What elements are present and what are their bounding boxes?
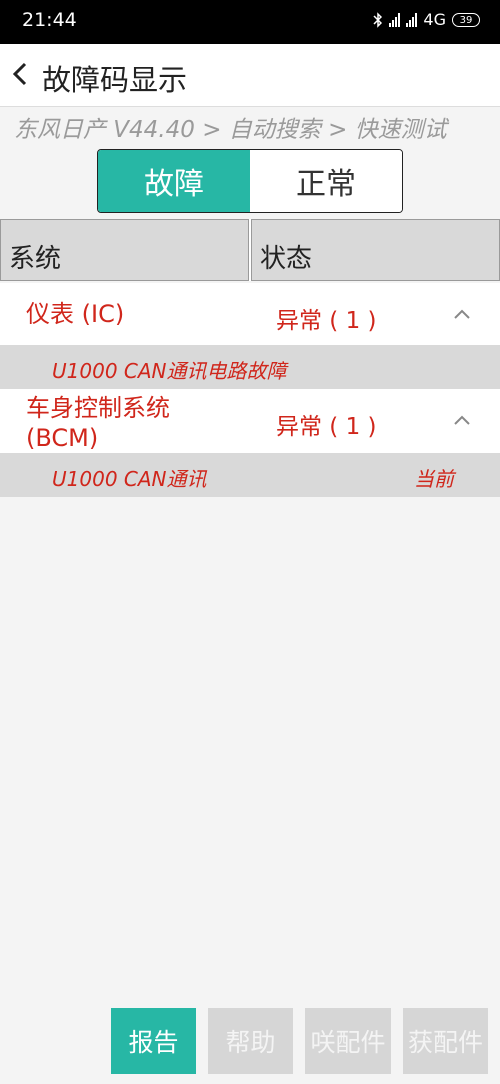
parts-button-2[interactable]: 获配件 <box>403 1008 488 1074</box>
table-header: 系统 状态 <box>0 219 500 281</box>
signal-icon <box>389 12 401 27</box>
bottom-toolbar: 报告 帮助 咲配件 获配件 <box>0 1004 500 1084</box>
system-status: 异常 ( 1 ) <box>276 308 377 334</box>
help-button[interactable]: 帮助 <box>208 1008 293 1074</box>
system-name-line2: (BCM) <box>26 424 99 452</box>
fault-state: 当前 <box>414 467 454 491</box>
report-button[interactable]: 报告 <box>111 1008 196 1074</box>
app-bar: 故障码显示 <box>0 44 500 107</box>
fault-code-row: U1000 CAN通讯 当前 <box>0 453 500 497</box>
parts-button-1[interactable]: 咲配件 <box>305 1008 391 1074</box>
network-type: 4G <box>423 10 446 29</box>
status-icons: 4G 39 <box>373 10 480 29</box>
page-title: 故障码显示 <box>42 63 188 97</box>
system-row-ic[interactable]: 仪表 (IC) 异常 ( 1 ) <box>0 283 500 345</box>
fault-code: U1000 CAN通讯电路故障 <box>52 359 287 383</box>
status-bar: 21:44 4G 39 <box>0 0 500 44</box>
chevron-up-icon[interactable] <box>452 307 472 321</box>
fault-normal-toggle: 故障 正常 <box>97 149 403 213</box>
status-time: 21:44 <box>22 9 77 31</box>
back-chevron-icon[interactable] <box>6 56 36 92</box>
system-name: 仪表 (IC) <box>26 300 125 328</box>
signal-hd-icon <box>406 12 418 27</box>
breadcrumb: 东风日产 V44.40 > 自动搜索 > 快速测试 <box>14 117 447 143</box>
fault-code: U1000 CAN通讯 <box>52 467 207 491</box>
bluetooth-icon <box>373 11 383 28</box>
fault-code-row: U1000 CAN通讯电路故障 <box>0 345 500 389</box>
system-status: 异常 ( 1 ) <box>276 414 377 440</box>
tab-fault[interactable]: 故障 <box>98 150 250 212</box>
column-header-status: 状态 <box>251 219 500 281</box>
column-header-system: 系统 <box>0 219 249 281</box>
battery-icon: 39 <box>452 12 480 27</box>
tab-normal[interactable]: 正常 <box>250 150 402 212</box>
system-row-bcm[interactable]: 车身控制系统 (BCM) 异常 ( 1 ) <box>0 389 500 453</box>
chevron-up-icon[interactable] <box>452 413 472 427</box>
system-name-line1: 车身控制系统 <box>26 394 170 422</box>
